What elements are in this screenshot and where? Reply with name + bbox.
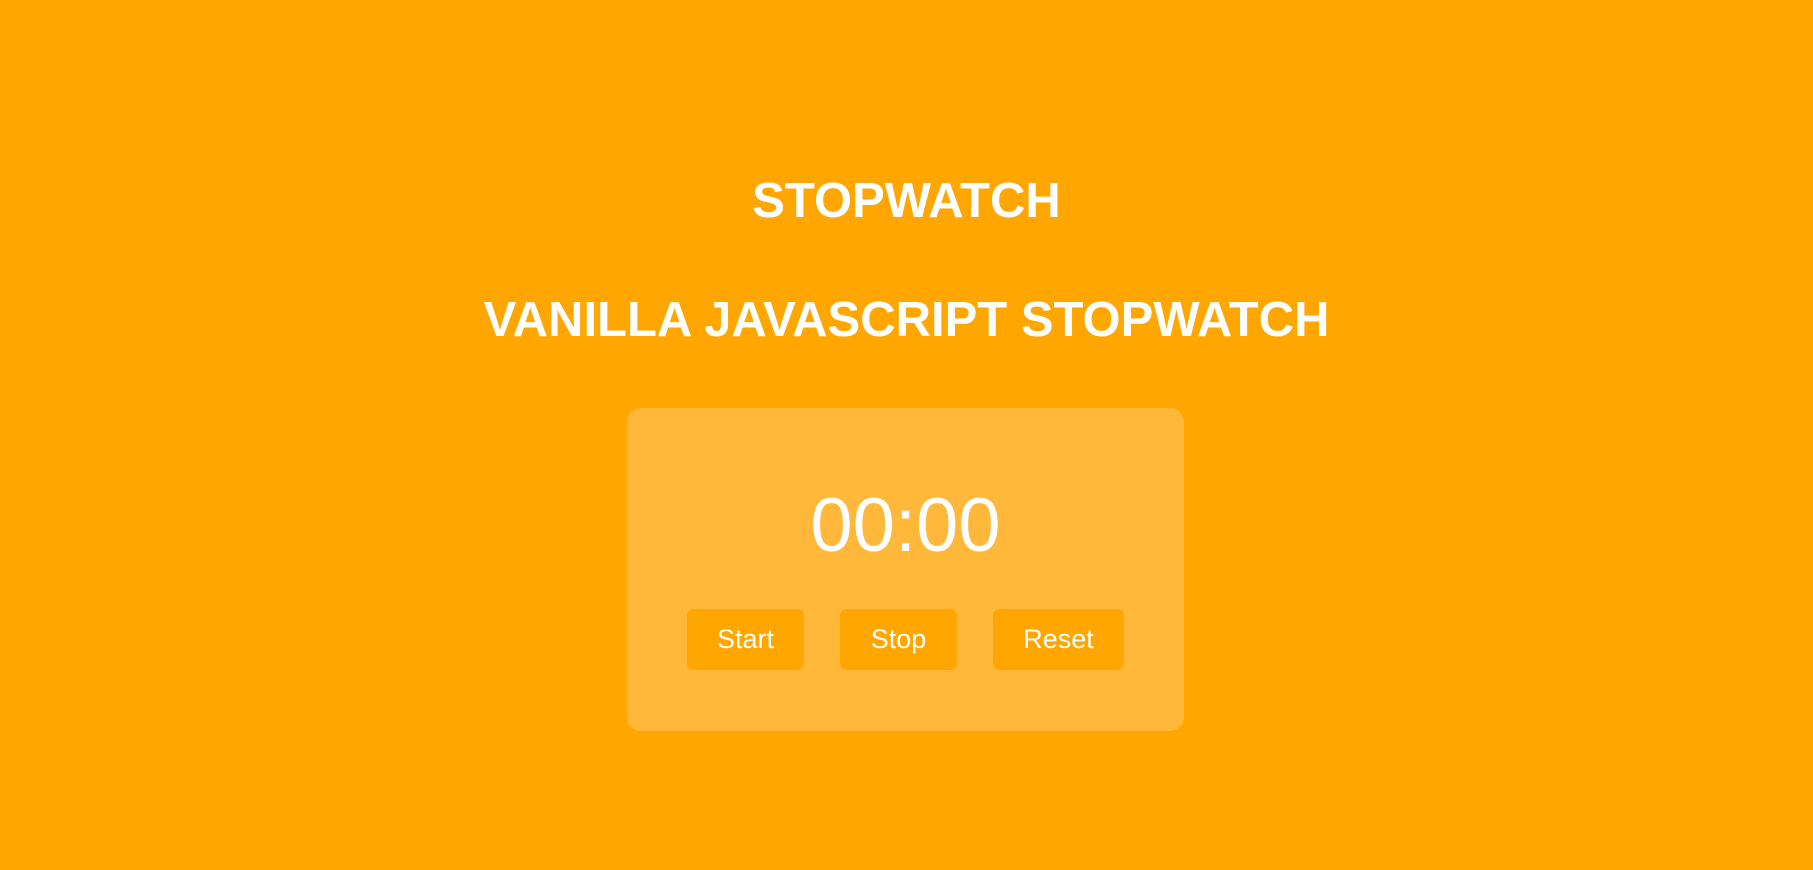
reset-button[interactable]: Reset — [993, 609, 1124, 670]
stopwatch-panel: 00:00 Start Stop Reset — [627, 408, 1184, 731]
stop-button[interactable]: Stop — [840, 609, 957, 670]
page-title: STOPWATCH — [752, 174, 1061, 228]
page-subtitle: VANILLA JAVASCRIPT STOPWATCH — [483, 293, 1330, 347]
start-button[interactable]: Start — [687, 609, 804, 670]
time-display: 00:00 — [810, 483, 1001, 568]
